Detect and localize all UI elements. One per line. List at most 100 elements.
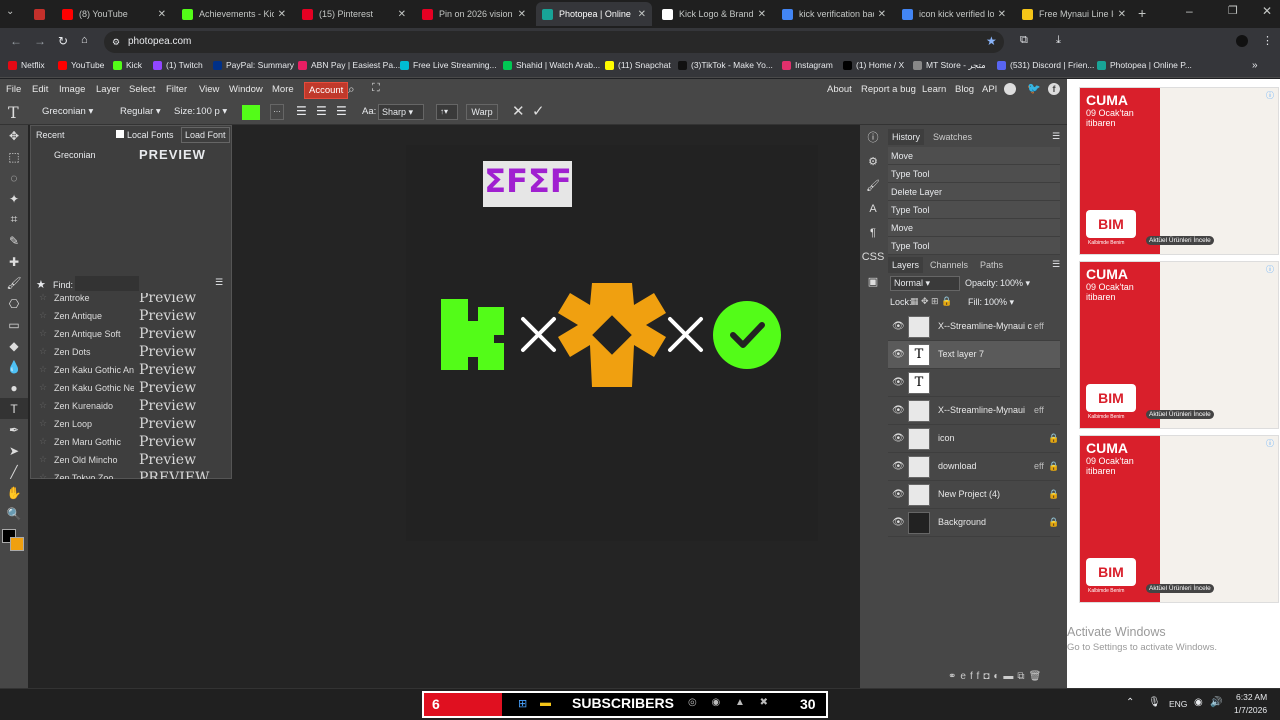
visibility-eye-icon[interactable]: 👁	[892, 517, 905, 528]
layer-row[interactable]: 👁 X--Streamline-Mynaui eff	[888, 397, 1060, 425]
reload-icon[interactable]: ↻	[58, 34, 68, 48]
background-color-swatch[interactable]	[10, 537, 24, 551]
color-swatches[interactable]	[2, 529, 24, 551]
tab-swatches[interactable]: Swatches	[933, 132, 972, 142]
align-center-icon[interactable]: ☰	[316, 104, 327, 118]
favorite-star-icon[interactable]: ☆	[39, 310, 47, 321]
layers-menu-icon[interactable]: ☰	[1052, 259, 1060, 270]
new-layer-icon[interactable]: ⧉	[1017, 671, 1028, 682]
bookmark-item[interactable]: (1) Twitch	[153, 60, 203, 70]
brush-settings-icon[interactable]: 🖌	[860, 173, 886, 197]
bookmark-item[interactable]: MT Store - متجر	[913, 60, 986, 71]
facebook-icon[interactable]: f	[1048, 83, 1060, 95]
tab-search-button[interactable]: ⌄	[6, 6, 14, 17]
font-list-menu-icon[interactable]: ☰	[215, 277, 223, 288]
bookmark-item[interactable]: PayPal: Summary	[213, 60, 294, 70]
font-list-item[interactable]: ☆ Zen Old Mincho Preview	[31, 451, 231, 469]
layer-row[interactable]: 👁 Background 🔒	[888, 509, 1060, 537]
bookmark-item[interactable]: Shahid | Watch Arab...	[503, 60, 600, 70]
brush-tool-icon[interactable]: 🖌	[0, 272, 28, 293]
menu-layer[interactable]: Layer	[96, 84, 120, 95]
cancel-icon[interactable]: ✕	[512, 102, 525, 120]
font-list-item[interactable]: ☆ Zen Kaku Gothic An Preview	[31, 361, 231, 379]
font-size-input[interactable]: 100 p ▾	[196, 106, 227, 117]
tab-history[interactable]: History	[888, 129, 925, 145]
font-list-item[interactable]: ☆ Zen Tokyo Zoo PREVIEW	[31, 469, 231, 479]
effects-icon[interactable]: eff	[960, 671, 983, 682]
delete-layer-icon[interactable]: 🗑	[1029, 671, 1046, 682]
menu-link[interactable]: Blog	[955, 84, 974, 95]
close-tab-icon[interactable]: ✕	[1118, 9, 1126, 20]
favorite-star-icon[interactable]: ☆	[39, 472, 47, 479]
tray-chevron-icon[interactable]: ⌃	[1126, 697, 1134, 708]
clock-date[interactable]: 1/7/2026	[1234, 705, 1267, 715]
font-list-item[interactable]: ☆ Zen Antique Preview	[31, 307, 231, 325]
search-icon[interactable]: ⌕	[348, 82, 355, 97]
link-layers-icon[interactable]: ⚭	[948, 671, 960, 682]
visibility-eye-icon[interactable]: 👁	[892, 461, 905, 472]
favorite-star-icon[interactable]: ☆	[39, 400, 47, 411]
css-icon[interactable]: CSS	[860, 245, 886, 269]
bookmark-item[interactable]: Free Live Streaming...	[400, 60, 497, 70]
taskbar-app-icons[interactable]: ◎ ◉ ▲ ✖	[688, 697, 774, 708]
layer-row[interactable]: 👁 X--Streamline-Mynaui c eff	[888, 313, 1060, 341]
browser-tab[interactable]: Achievements - Kick ✕	[176, 2, 292, 26]
menu-file[interactable]: File	[6, 84, 21, 95]
font-list-item[interactable]: ☆ Zen Loop Preview	[31, 415, 231, 433]
healing-brush-icon[interactable]: ✚	[0, 251, 28, 272]
clock-time[interactable]: 6:32 AM	[1236, 692, 1267, 702]
font-list-item[interactable]: ☆ Zen Dots Preview	[31, 343, 231, 361]
favorite-star-icon[interactable]: ☆	[39, 436, 47, 447]
network-icon[interactable]: ◉	[1194, 697, 1203, 708]
menu-select[interactable]: Select	[129, 84, 155, 95]
close-tab-icon[interactable]: ✕	[158, 9, 166, 20]
favorite-star-icon[interactable]: ☆	[39, 328, 47, 339]
layer-effects-badge[interactable]: eff	[1034, 405, 1044, 415]
bookmark-item[interactable]: (1) Home / X	[843, 60, 904, 70]
magic-wand-icon[interactable]: ✦	[0, 188, 28, 209]
ad-cta-button[interactable]: Aktüel Ürünleri İncele	[1146, 584, 1214, 593]
bookmark-item[interactable]: YouTube	[58, 60, 104, 70]
more-bookmarks-icon[interactable]: »	[1252, 60, 1258, 71]
new-tab-button[interactable]: +	[1138, 5, 1146, 21]
bookmark-item[interactable]: Kick	[113, 60, 142, 70]
commit-icon[interactable]: ✓	[532, 102, 545, 120]
close-tab-icon[interactable]: ✕	[398, 9, 406, 20]
bookmark-item[interactable]: ABN Pay | Easiest Pa...	[298, 60, 400, 70]
forward-icon[interactable]: →	[34, 34, 46, 48]
menu-link[interactable]: Learn	[922, 84, 946, 95]
recent-font-row[interactable]: Greconian PREVIEW	[31, 146, 231, 164]
browser-tab[interactable]: Photopea | Online P ✕	[536, 2, 652, 26]
browser-tab[interactable]: Pin on 2026 vision b ✕	[416, 2, 532, 26]
bookmark-item[interactable]: Photopea | Online P...	[1097, 60, 1192, 70]
tab-channels[interactable]: Channels	[930, 260, 968, 270]
character-icon[interactable]: A	[860, 197, 886, 221]
folder-icon[interactable]: ▬	[1003, 671, 1017, 682]
profile-avatar[interactable]	[1236, 35, 1248, 47]
menu-filter[interactable]: Filter	[166, 84, 187, 95]
load-font-button[interactable]: Load Font	[181, 127, 230, 143]
restore-button[interactable]: ❐	[1228, 4, 1238, 17]
font-style-select[interactable]: Regular ▾	[120, 106, 161, 117]
favorite-star-icon[interactable]: ★	[36, 278, 46, 291]
font-list-item[interactable]: ☆ Zen Kaku Gothic Ne Preview	[31, 379, 231, 397]
image-icon[interactable]: ▣	[860, 269, 886, 293]
text-color-swatch[interactable]	[242, 105, 260, 120]
align-left-icon[interactable]: ☰	[296, 104, 307, 118]
browser-menu-icon[interactable]: ⋮	[1262, 34, 1273, 47]
bookmark-item[interactable]: Netflix	[8, 60, 45, 70]
layer-row[interactable]: 👁 New Project (4) 🔒	[888, 481, 1060, 509]
lock-icons[interactable]: ▦ ✥ ⊞ 🔒	[910, 296, 952, 307]
bookmark-star-icon[interactable]: ★	[986, 34, 997, 48]
close-tab-icon[interactable]: ✕	[518, 9, 526, 20]
visibility-eye-icon[interactable]: 👁	[892, 377, 905, 388]
browser-tab[interactable]: Free Mynaui Line Ic ✕	[1016, 2, 1132, 26]
layer-effects-badge[interactable]: eff	[1034, 321, 1044, 331]
mask-icon[interactable]: ◘	[983, 671, 993, 682]
url-bar[interactable]: ⚙ photopea.com	[104, 31, 1004, 53]
menu-more[interactable]: More	[272, 84, 294, 95]
path-select-icon[interactable]: ➤	[0, 440, 28, 461]
browser-tab[interactable]: kick verification bad ✕	[776, 2, 892, 26]
dodge-tool-icon[interactable]: ●	[0, 377, 28, 398]
layer-row[interactable]: 👁 icon 🔒	[888, 425, 1060, 453]
